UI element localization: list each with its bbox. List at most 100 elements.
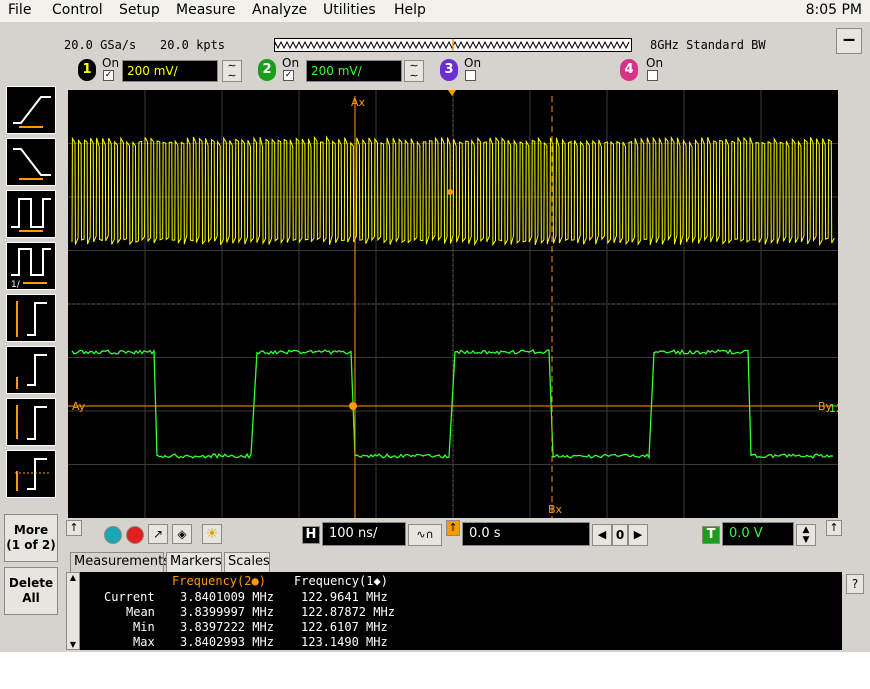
more-sub-label: (1 of 2) <box>6 538 56 552</box>
channel-2-coupling-button[interactable]: ∼ ∼ <box>404 60 424 82</box>
more-button[interactable]: More (1 of 2) <box>4 514 58 562</box>
acquisition-bar: 20.0 GSa/s 20.0 kpts 8GHz Standard BW – <box>62 36 870 54</box>
channel-1-on-label: On <box>102 56 119 70</box>
more-label: More <box>14 523 48 537</box>
channel-2-ground-label: 12 <box>829 402 838 415</box>
horizontal-position-field[interactable]: 0.0 s <box>462 522 590 546</box>
help-button[interactable]: ? <box>846 574 864 594</box>
channel-1-waveform <box>72 137 834 245</box>
timebase-field[interactable]: 100 ns/ <box>322 522 406 546</box>
tab-markers[interactable]: Markers <box>166 552 222 572</box>
delete-label: Delete <box>9 576 53 590</box>
overview-waveform-icon <box>275 39 631 51</box>
waveform-display[interactable]: Ax Bx Ay By 1 12 <box>68 90 838 518</box>
frequency-tool-button[interactable]: 1/ <box>6 242 56 290</box>
clear-display-icon[interactable]: ◈ <box>172 524 192 544</box>
stop-button[interactable] <box>126 526 144 544</box>
tab-measurements[interactable]: Measurements <box>70 552 164 572</box>
fall-time-tool-button[interactable] <box>6 138 56 186</box>
trigger-badge[interactable]: T <box>702 526 720 544</box>
top-tool-button[interactable] <box>6 398 56 446</box>
minimize-button[interactable]: – <box>836 28 862 54</box>
delete-all-button[interactable]: Delete All <box>4 567 58 615</box>
trigger-level-field[interactable]: 0.0 V <box>722 522 794 546</box>
waveform-graticule: Ax Bx Ay By 1 12 <box>68 90 838 518</box>
position-left-button[interactable]: ◀ <box>592 524 612 546</box>
channel-4-on-label: On <box>646 56 663 70</box>
column-header-frequency-1: Frequency(1◆) <box>294 574 388 588</box>
amplitude-tool-button[interactable] <box>6 346 56 394</box>
sample-rate: 20.0 GSa/s <box>64 38 136 52</box>
channel-3-badge[interactable]: 3 <box>440 59 458 81</box>
trigger-level-stepper[interactable]: ▲ ▼ <box>796 524 816 546</box>
row-value-1: 3.8401009 MHz <box>180 590 274 604</box>
amplitude-icon <box>7 347 55 393</box>
rise-time-tool-button[interactable] <box>6 86 56 134</box>
trigger-expand-icon[interactable]: ↑ <box>826 520 842 536</box>
bandwidth-label: 8GHz Standard BW <box>650 38 766 52</box>
svg-text:1/: 1/ <box>11 280 21 289</box>
channel-3-on-label: On <box>464 56 481 70</box>
menu-control[interactable]: Control <box>52 2 103 18</box>
fall-time-icon <box>7 139 55 185</box>
row-value-1: 3.8399997 MHz <box>180 605 274 619</box>
clock: 8:05 PM <box>806 2 862 18</box>
channel-4-checkbox[interactable] <box>647 70 658 81</box>
pk-pk-tool-button[interactable] <box>6 294 56 342</box>
base-tool-button[interactable] <box>6 450 56 498</box>
top-icon <box>7 399 55 445</box>
single-icon[interactable]: ↗ <box>148 524 168 544</box>
menu-setup[interactable]: Setup <box>119 2 160 18</box>
menu-help[interactable]: Help <box>394 2 426 18</box>
sweep-mode-button[interactable]: ∿∩ <box>408 524 442 546</box>
period-tool-button[interactable] <box>6 190 56 238</box>
channel-2-scale[interactable]: 200 mV/ <box>306 60 402 82</box>
pk-pk-icon <box>7 295 55 341</box>
memory-overview-bar[interactable] <box>274 38 632 52</box>
channel-3-checkbox[interactable] <box>465 70 476 81</box>
row-value-2: 122.9641 MHz <box>301 590 388 604</box>
menu-bar: File Control Setup Measure Analyze Utili… <box>0 0 870 22</box>
channel-1-coupling-button[interactable]: ∼ ∼ <box>222 60 242 82</box>
row-value-2: 122.87872 MHz <box>301 605 395 619</box>
control-bar: ↑ ↗ ◈ ☀ H 100 ns/ ∿∩ ↑ 0.0 s ◀ 0 ▶ T 0.0… <box>62 518 870 552</box>
row-label: Min <box>133 620 155 634</box>
menu-utilities[interactable]: Utilities <box>323 2 376 18</box>
brightness-icon[interactable]: ☀ <box>202 524 222 544</box>
row-label: Mean <box>126 605 155 619</box>
scroll-down-icon[interactable]: ▼ <box>67 640 79 649</box>
measurements-scrollbar[interactable]: ▲ ▼ <box>66 572 80 650</box>
run-button[interactable] <box>104 526 122 544</box>
channel-2-badge[interactable]: 2 <box>258 59 276 81</box>
rise-time-icon <box>7 87 55 133</box>
position-zero-button[interactable]: 0 <box>612 524 628 546</box>
channel-1-badge[interactable]: 1 <box>78 59 96 81</box>
channel-1-scale[interactable]: 200 mV/ <box>122 60 218 82</box>
marker-ay-label: Ay <box>72 400 86 413</box>
channel-4-badge[interactable]: 4 <box>620 59 638 81</box>
channel-1-checkbox[interactable]: ✓ <box>103 70 114 81</box>
channel-2-on-label: On <box>282 56 299 70</box>
left-toolbar: 1/ More (1 of 2) Delete All <box>0 22 62 650</box>
tab-scales[interactable]: Scales <box>224 552 270 572</box>
base-icon <box>7 451 55 497</box>
channel-2-checkbox[interactable]: ✓ <box>283 70 294 81</box>
delay-reference-icon[interactable]: ↑ <box>446 520 460 536</box>
period-icon <box>7 191 55 237</box>
measurements-table: Frequency(2●) Frequency(1◆) Current 3.84… <box>66 572 842 650</box>
expand-up-icon[interactable]: ↑ <box>66 520 82 536</box>
menu-file[interactable]: File <box>8 2 31 18</box>
position-right-button[interactable]: ▶ <box>628 524 648 546</box>
scope-window: 1/ More (1 of 2) Delete All 20.0 GSa/s 2… <box>0 22 870 652</box>
horizontal-badge[interactable]: H <box>302 526 320 544</box>
row-label: Current <box>104 590 155 604</box>
frequency-icon: 1/ <box>7 243 55 289</box>
menu-analyze[interactable]: Analyze <box>252 2 307 18</box>
column-header-frequency-2: Frequency(2●) <box>172 574 266 588</box>
scroll-up-icon[interactable]: ▲ <box>67 573 79 582</box>
record-length: 20.0 kpts <box>160 38 225 52</box>
row-value-2: 123.1490 MHz <box>301 635 388 649</box>
marker-bx-label: Bx <box>548 503 563 516</box>
row-value-1: 3.8402993 MHz <box>180 635 274 649</box>
menu-measure[interactable]: Measure <box>176 2 236 18</box>
